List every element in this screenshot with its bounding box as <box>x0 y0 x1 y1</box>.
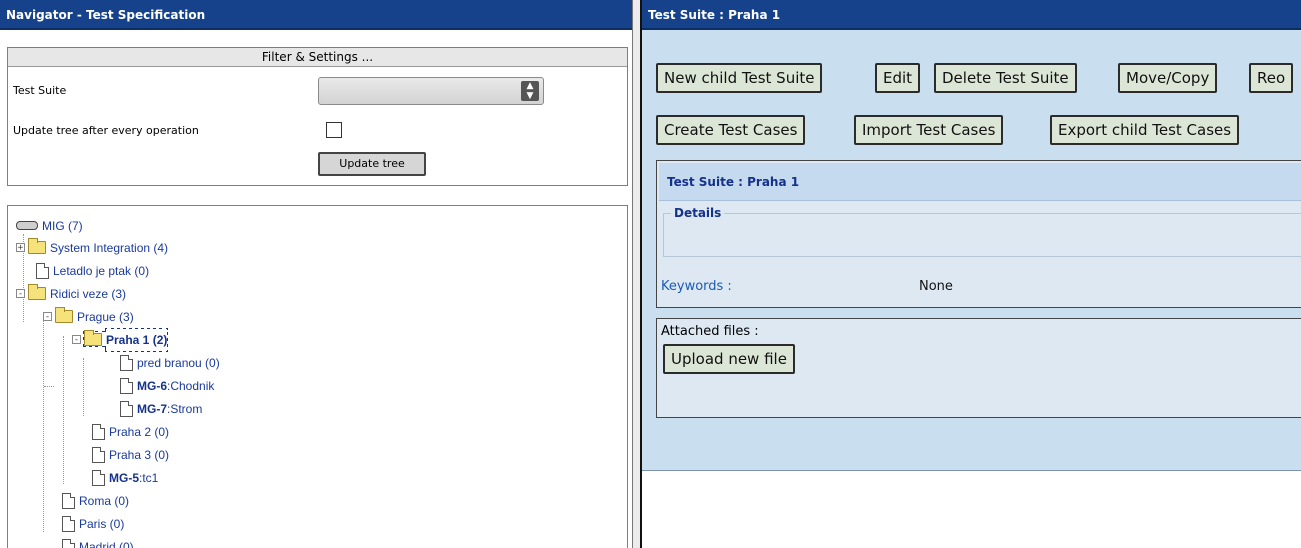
testcase-icon <box>92 469 105 486</box>
folder-icon <box>28 238 46 255</box>
collapse-minus-icon[interactable]: - <box>16 289 25 299</box>
upload-new-file-button[interactable]: Upload new file <box>663 344 795 374</box>
details-fieldset <box>663 213 1301 257</box>
update-tree-button[interactable]: Update tree <box>318 152 426 176</box>
navigator-title: Navigator - Test Specification <box>0 0 632 30</box>
test-suite-select[interactable]: ▲ ▼ <box>318 77 544 105</box>
detail-title: Test Suite : Praha 1 <box>642 0 1301 30</box>
testcase-icon <box>120 400 133 417</box>
file-icon <box>62 515 75 532</box>
folder-icon <box>55 307 73 324</box>
delete-test-suite-button[interactable]: Delete Test Suite <box>934 63 1077 93</box>
frame-splitter[interactable] <box>632 0 642 548</box>
test-suite-panel-title: Test Suite : Praha 1 <box>659 163 1301 201</box>
tree-node-pred-branou[interactable]: pred branou (0) <box>120 351 220 373</box>
file-icon <box>62 492 75 509</box>
file-icon <box>36 262 49 279</box>
tree-root[interactable]: MIG (7) <box>16 214 83 236</box>
keywords-label: Keywords : <box>661 279 732 294</box>
file-icon <box>62 538 75 548</box>
expand-plus-icon[interactable]: + <box>16 243 25 253</box>
file-icon <box>120 354 133 371</box>
testcase-icon <box>120 377 133 394</box>
folder-open-icon <box>84 330 102 347</box>
tree-node-letadlo[interactable]: Letadlo je ptak (0) <box>36 259 149 281</box>
file-icon <box>92 446 105 463</box>
folder-icon <box>28 284 46 301</box>
filter-header[interactable]: Filter & Settings ... <box>8 48 627 67</box>
tree-node-ridici-veze[interactable]: - Ridici veze (3) <box>16 282 126 304</box>
tree-node-madrid[interactable]: Madrid (0) <box>62 535 134 548</box>
reorder-button[interactable]: Reo <box>1249 63 1294 93</box>
keywords-value: None <box>919 279 953 294</box>
new-child-test-suite-button[interactable]: New child Test Suite <box>656 63 823 93</box>
create-test-cases-button[interactable]: Create Test Cases <box>656 115 806 145</box>
updown-arrows-icon: ▲ ▼ <box>521 81 539 101</box>
tree-node-praha-1[interactable]: - Praha 1 (2) <box>72 328 169 350</box>
detail-content: New child Test Suite Edit Delete Test Su… <box>642 30 1301 471</box>
navigator-frame: Navigator - Test Specification Filter & … <box>0 0 632 548</box>
selected-node: Praha 1 (2) <box>82 330 169 347</box>
tree-node-mg-6[interactable]: MG-6:Chodnik <box>120 374 214 396</box>
tree-node-system-integration[interactable]: + System Integration (4) <box>16 236 168 258</box>
drive-icon <box>16 221 38 231</box>
import-test-cases-button[interactable]: Import Test Cases <box>854 115 1004 145</box>
test-suite-label: Test Suite <box>13 84 67 97</box>
tree-node-roma[interactable]: Roma (0) <box>62 489 129 511</box>
collapse-minus-icon[interactable]: - <box>43 312 52 322</box>
collapse-minus-icon[interactable]: - <box>72 335 81 345</box>
edit-button[interactable]: Edit <box>875 63 921 93</box>
tree-node-praha-2[interactable]: Praha 2 (0) <box>92 420 169 442</box>
tree-node-praha-3[interactable]: Praha 3 (0) <box>92 443 169 465</box>
details-legend: Details <box>671 206 725 220</box>
update-tree-label: Update tree after every operation <box>13 124 199 137</box>
tree-node-prague[interactable]: - Prague (3) <box>43 305 134 327</box>
export-child-test-cases-button[interactable]: Export child Test Cases <box>1050 115 1240 145</box>
test-suite-panel: Test Suite : Praha 1 Details Keywords : … <box>656 160 1301 308</box>
tree-node-mg-7[interactable]: MG-7:Strom <box>120 397 202 419</box>
detail-frame: Test Suite : Praha 1 New child Test Suit… <box>642 0 1301 548</box>
attached-files-panel: Attached files : Upload new file <box>656 318 1301 418</box>
tree-node-paris[interactable]: Paris (0) <box>62 512 124 534</box>
file-icon <box>92 423 105 440</box>
attached-files-label: Attached files : <box>661 324 759 339</box>
update-tree-checkbox[interactable] <box>326 122 342 138</box>
test-spec-tree: MIG (7) + System Integration (4) Letadlo … <box>7 205 628 548</box>
tree-node-mg-5[interactable]: MG-5:tc1 <box>92 466 158 488</box>
filter-settings-panel: Filter & Settings ... Test Suite ▲ ▼ Upda… <box>7 47 628 186</box>
move-copy-button[interactable]: Move/Copy <box>1118 63 1218 93</box>
